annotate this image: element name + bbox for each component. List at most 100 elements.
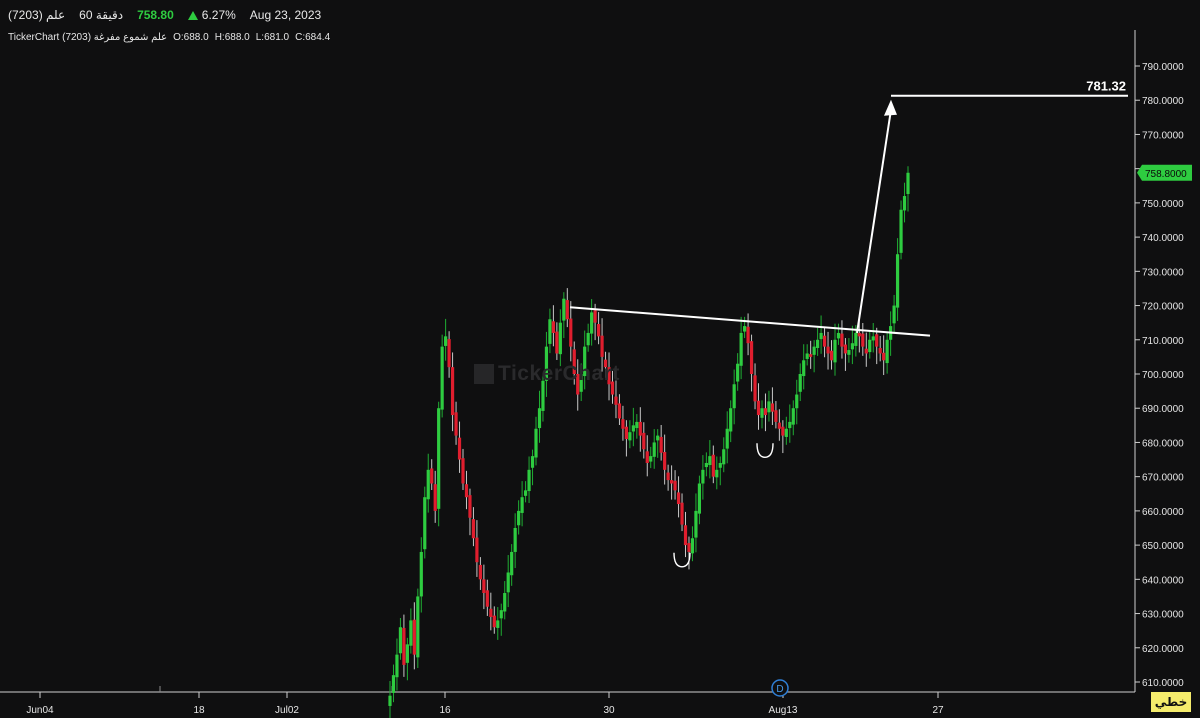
candle-body <box>423 497 427 550</box>
candle-body <box>437 408 441 509</box>
candle-body <box>656 435 660 441</box>
candle-body <box>426 469 430 500</box>
ohlc-high: H:688.0 <box>214 32 250 43</box>
candle-body <box>763 408 768 416</box>
y-tick-label: 750.0000 <box>1142 199 1184 210</box>
x-tick-label: 27 <box>932 705 944 716</box>
candle-body <box>402 627 406 665</box>
candle-body <box>489 608 493 617</box>
change-group: 6.27% <box>187 8 236 22</box>
candle-body <box>795 394 799 409</box>
candle-body <box>388 695 392 706</box>
candle-body <box>440 346 444 410</box>
x-tick-label: Jun04 <box>26 705 54 716</box>
candle-body <box>649 456 653 462</box>
chart-description: TickerChart علم شموع مفرغة (7203) <box>8 32 168 43</box>
candle-body <box>447 339 451 368</box>
candle-body <box>864 348 868 354</box>
candle-body <box>736 363 740 382</box>
candle-body <box>749 341 754 374</box>
watermark-text: TickerChart <box>498 362 620 385</box>
candle-body <box>565 300 569 320</box>
y-tick-label: 610.0000 <box>1142 678 1184 689</box>
candle-body <box>510 551 514 576</box>
candle-body <box>739 332 743 366</box>
neckline-trendline[interactable] <box>569 306 931 337</box>
candle-body <box>822 335 827 347</box>
projection-arrow-line[interactable] <box>856 109 892 334</box>
candle-body <box>906 172 910 194</box>
y-tick-label: 700.0000 <box>1142 370 1184 381</box>
candle-body <box>454 412 458 436</box>
candle-body <box>774 410 778 422</box>
candle-body <box>663 452 667 470</box>
candle-body <box>475 537 479 563</box>
candle-body <box>756 400 761 416</box>
candle-body <box>485 590 489 607</box>
candle-body <box>430 468 434 484</box>
y-tick-label: 730.0000 <box>1142 267 1184 278</box>
candle-body <box>708 456 712 466</box>
candle-body <box>711 454 715 477</box>
candle-body <box>829 350 834 361</box>
candle-body <box>704 462 708 468</box>
candle-body <box>885 339 889 364</box>
change-percent: 6.27% <box>201 8 236 22</box>
y-tick-label: 650.0000 <box>1142 541 1184 552</box>
candle-body <box>760 408 764 418</box>
candle-body <box>558 322 562 355</box>
candle-body <box>746 326 750 344</box>
dividend-event-label: D <box>776 684 783 695</box>
price-chart[interactable]: 610.0000 620.0000 630.0000 640.0000 650.0000… <box>0 0 1200 718</box>
symbol-name[interactable]: (7203) علم <box>8 8 65 22</box>
candle-body <box>645 451 649 463</box>
candle-body <box>530 456 535 468</box>
candle-body <box>621 419 625 429</box>
candle-body <box>631 425 635 432</box>
candle-body <box>642 432 646 450</box>
candle-body <box>826 346 830 354</box>
y-tick-label: 660.0000 <box>1142 507 1184 518</box>
candle-body <box>395 654 399 678</box>
candle-body <box>781 426 785 436</box>
candle-body <box>725 428 729 449</box>
candle-body <box>899 209 903 253</box>
candle-body <box>652 442 656 457</box>
candle-body <box>659 436 663 453</box>
candle-body <box>503 593 507 612</box>
candle-body <box>405 644 409 663</box>
candle-body <box>624 426 629 440</box>
candle-body <box>732 384 736 409</box>
candle-body <box>840 333 844 347</box>
candle-body <box>847 350 851 355</box>
candle-body <box>562 298 566 321</box>
candle-body <box>464 484 469 498</box>
candle-body <box>676 492 681 505</box>
watermark: TickerChart <box>474 362 620 386</box>
y-tick-label: 740.0000 <box>1142 233 1184 244</box>
line-chart-button[interactable]: خطي <box>1151 692 1191 712</box>
candle-body <box>770 403 775 412</box>
candle-body <box>798 374 802 392</box>
y-tick-label: 630.0000 <box>1142 610 1184 621</box>
candle-body <box>819 332 823 340</box>
candle-body <box>457 437 462 460</box>
candle-body <box>805 353 809 359</box>
candle-body <box>523 490 528 496</box>
candle-body <box>875 334 879 347</box>
y-tick-label: 640.0000 <box>1142 575 1184 586</box>
y-tick-label: 620.0000 <box>1142 644 1184 655</box>
candle-body <box>433 484 437 511</box>
header-bar: (7203) علم 60 دقيقة 758.80 6.27% Aug 23,… <box>8 6 321 24</box>
candle-body <box>868 339 872 353</box>
x-tick-label: Aug13 <box>769 705 798 716</box>
quote-date: Aug 23, 2023 <box>249 8 322 22</box>
y-tick-label: 790.0000 <box>1142 62 1184 73</box>
candle-body <box>600 335 604 357</box>
timeframe-label[interactable]: 60 دقيقة <box>79 8 123 22</box>
annotations-layer: 781.32 758.8000 D <box>569 79 1192 697</box>
candle-body <box>687 543 691 552</box>
candle-body <box>450 367 455 416</box>
y-tick-label: 710.0000 <box>1142 336 1184 347</box>
ohlc-close: C:684.4 <box>295 32 331 43</box>
